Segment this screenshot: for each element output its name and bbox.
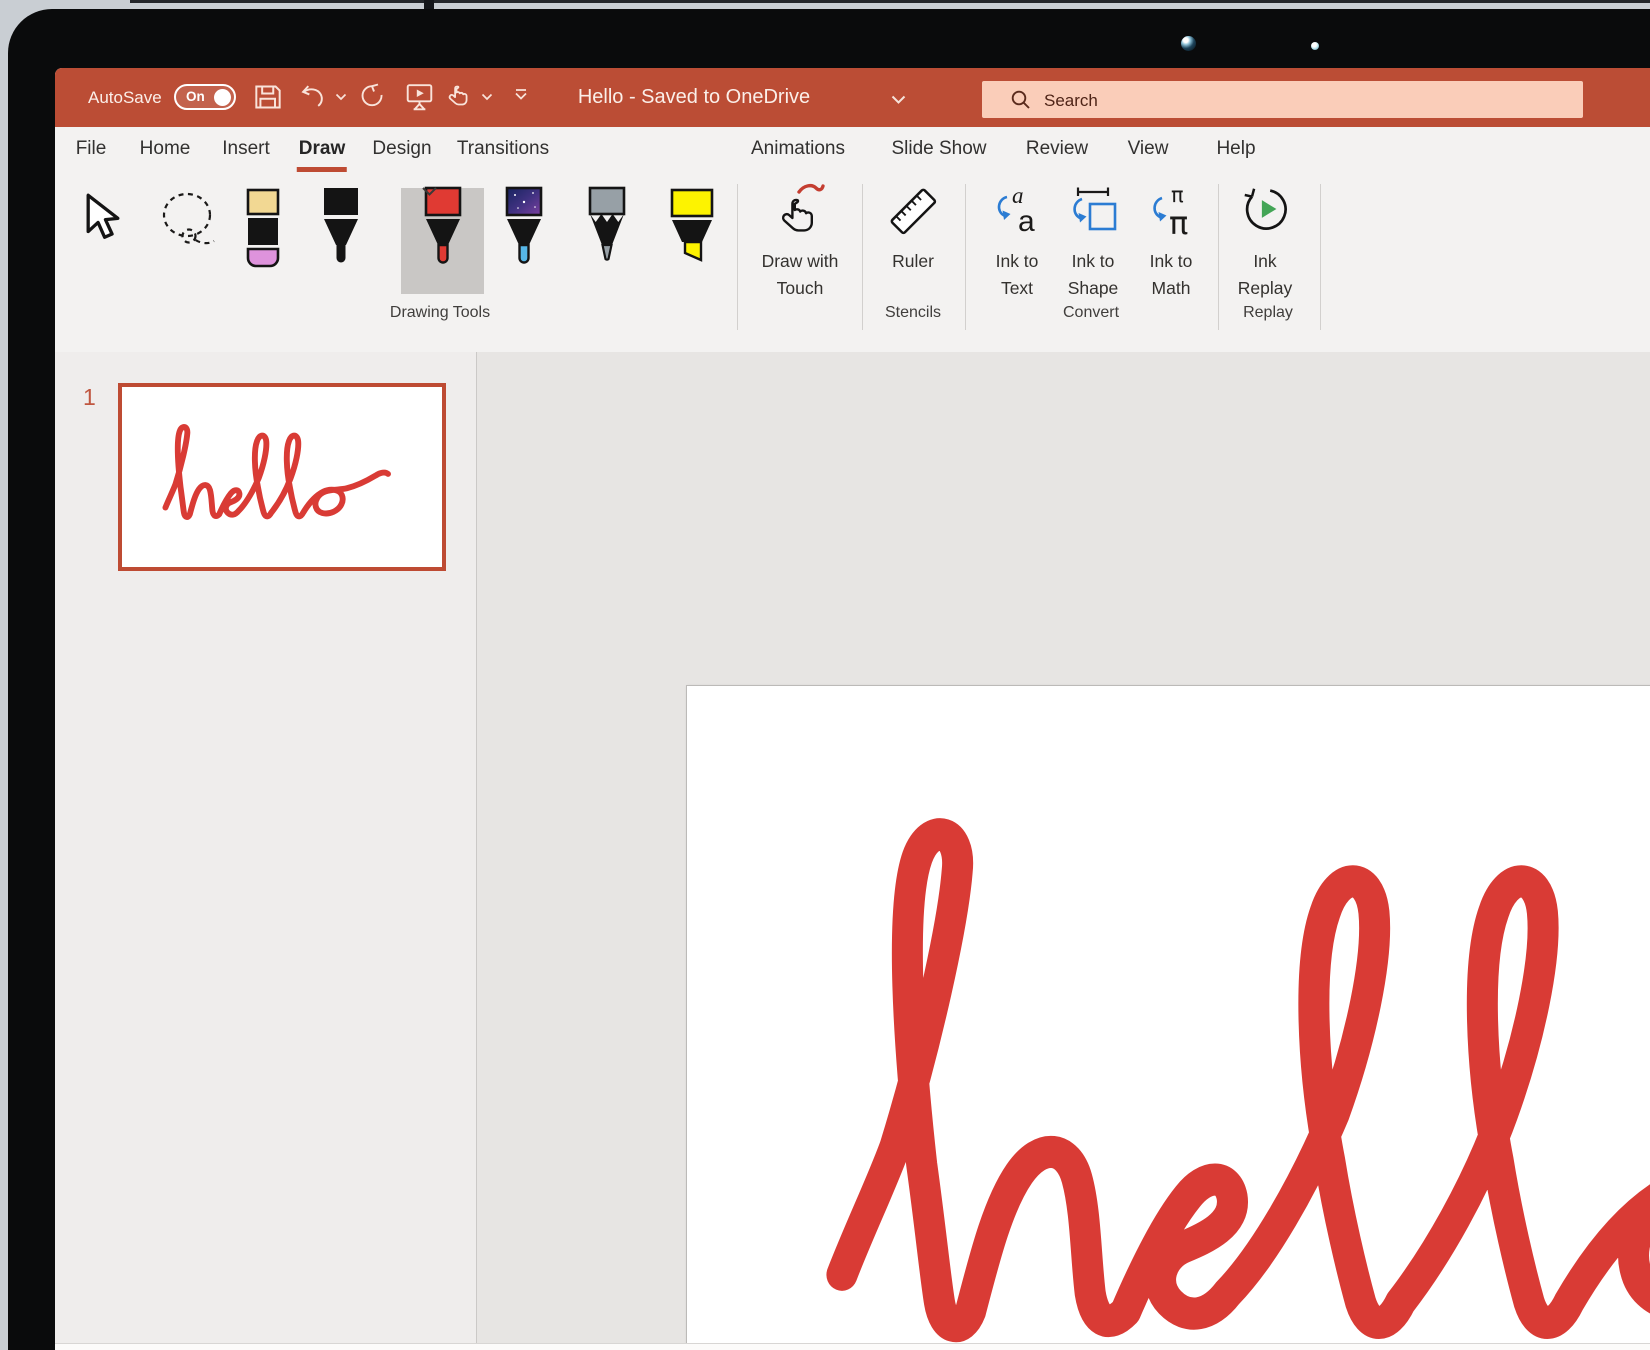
chevron-down-icon: [481, 93, 493, 101]
pencil-button[interactable]: [585, 186, 629, 270]
slideshow-icon: [405, 82, 434, 112]
autosave-toggle[interactable]: On: [174, 84, 236, 110]
select-tool-button[interactable]: [78, 192, 128, 248]
customize-qat-dropdown[interactable]: [514, 89, 528, 101]
search-input[interactable]: [1042, 81, 1546, 120]
draw-with-touch-label: Draw with Touch: [735, 248, 865, 302]
save-button[interactable]: [254, 82, 282, 112]
ruler-button[interactable]: [886, 184, 940, 238]
tab-draw[interactable]: Draw: [299, 127, 345, 172]
ink-drawing-hello[interactable]: [771, 715, 1650, 1350]
document-title: Hello - Saved to OneDrive: [544, 68, 844, 127]
draw-with-touch-button[interactable]: [775, 182, 825, 240]
ruler-icon: [886, 184, 940, 238]
tab-review[interactable]: Review: [1026, 127, 1088, 172]
touch-hand-icon: [775, 182, 825, 240]
front-camera-icon: [1181, 36, 1196, 51]
tab-transitions[interactable]: Transitions: [457, 127, 549, 172]
device-frame: { "titlebar": { "autosave_label": "AutoS…: [0, 0, 1650, 1350]
touch-hand-icon: [446, 83, 472, 109]
label-line: Touch: [735, 275, 865, 302]
label-line: Draw with: [735, 248, 865, 275]
eraser-button[interactable]: [245, 188, 281, 268]
highlighter-icon: [668, 188, 716, 266]
chevron-down-line-icon: [514, 89, 528, 101]
galaxy-pen-icon: [502, 186, 546, 270]
slide-number: 1: [83, 384, 96, 411]
ink-replay-button[interactable]: [1238, 182, 1292, 236]
ink-drawing-hello-thumbnail: [152, 405, 404, 548]
tab-draw-label: Draw: [299, 138, 345, 159]
tab-design[interactable]: Design: [372, 127, 431, 172]
tab-animations[interactable]: Animations: [751, 127, 845, 172]
ink-replay-label: Ink Replay: [1200, 248, 1330, 302]
red-pen-button-selected[interactable]: [401, 188, 484, 294]
group-label-replay: Replay: [1243, 304, 1293, 322]
group-label-convert: Convert: [1063, 304, 1119, 322]
group-label-drawing-tools: Drawing Tools: [390, 304, 490, 322]
undo-button[interactable]: [300, 84, 327, 108]
tab-view[interactable]: View: [1128, 127, 1169, 172]
red-pen-icon: [421, 186, 465, 270]
cursor-arrow-icon: [78, 192, 128, 248]
toggle-knob-icon: [214, 89, 231, 106]
save-icon: [254, 82, 282, 112]
ink-to-math-button[interactable]: π π: [1146, 184, 1196, 242]
chevron-down-icon: [891, 95, 906, 105]
black-pen-button[interactable]: [319, 186, 363, 270]
svg-text:π: π: [1169, 204, 1188, 242]
ink-to-math-icon: π π: [1146, 184, 1196, 242]
pencil-icon: [585, 186, 629, 270]
tab-insert[interactable]: Insert: [222, 127, 270, 172]
undo-dropdown[interactable]: [335, 93, 347, 101]
touch-mode-dropdown[interactable]: [481, 93, 493, 101]
ribbon-tab-bar: File Home Insert Draw Design Transitions…: [55, 127, 1650, 172]
autosave-state: On: [186, 89, 205, 104]
slide-thumbnail-selected[interactable]: [118, 383, 446, 571]
tab-slide-show[interactable]: Slide Show: [891, 127, 986, 172]
ink-to-text-button[interactable]: a a: [992, 184, 1042, 242]
chevron-down-icon[interactable]: [421, 186, 438, 197]
redo-icon: [359, 83, 386, 109]
ink-to-text-icon: a a: [992, 184, 1042, 242]
lasso-icon: [158, 190, 222, 250]
touch-mode-button[interactable]: [446, 83, 472, 109]
lasso-select-button[interactable]: [158, 190, 222, 250]
undo-icon: [300, 84, 327, 108]
title-bar: AutoSave On: [55, 68, 1650, 127]
chevron-down-icon: [335, 93, 347, 101]
ink-to-shape-button[interactable]: [1066, 184, 1120, 242]
device-top-edge: [130, 0, 1650, 3]
slide-thumbnail-panel[interactable]: 1: [55, 352, 477, 1343]
eraser-icon: [245, 188, 281, 268]
galaxy-pen-button[interactable]: [502, 186, 546, 270]
svg-text:a: a: [1018, 205, 1035, 238]
tab-home[interactable]: Home: [140, 127, 191, 172]
ribbon-draw: Draw with Touch Ruler a a In: [55, 172, 1650, 353]
group-label-stencils: Stencils: [885, 304, 941, 322]
label-line: Replay: [1200, 275, 1330, 302]
tab-file[interactable]: File: [76, 127, 107, 172]
ink-to-shape-icon: [1066, 184, 1120, 242]
title-dropdown[interactable]: [891, 92, 906, 110]
ink-replay-icon: [1238, 182, 1292, 236]
slide-canvas[interactable]: [686, 685, 1650, 1350]
app-window: AutoSave On: [55, 68, 1650, 1350]
start-slideshow-button[interactable]: [405, 82, 434, 112]
label-line: Ink: [1200, 248, 1330, 275]
search-icon: [1010, 89, 1032, 111]
tab-help[interactable]: Help: [1216, 127, 1255, 172]
autosave-label: AutoSave: [88, 68, 162, 127]
camera-sensor-icon: [1311, 42, 1319, 50]
black-pen-icon: [319, 186, 363, 270]
highlighter-button[interactable]: [668, 188, 716, 266]
status-bar: [55, 1343, 1650, 1350]
redo-button[interactable]: [359, 83, 386, 109]
search-box[interactable]: [982, 81, 1583, 118]
